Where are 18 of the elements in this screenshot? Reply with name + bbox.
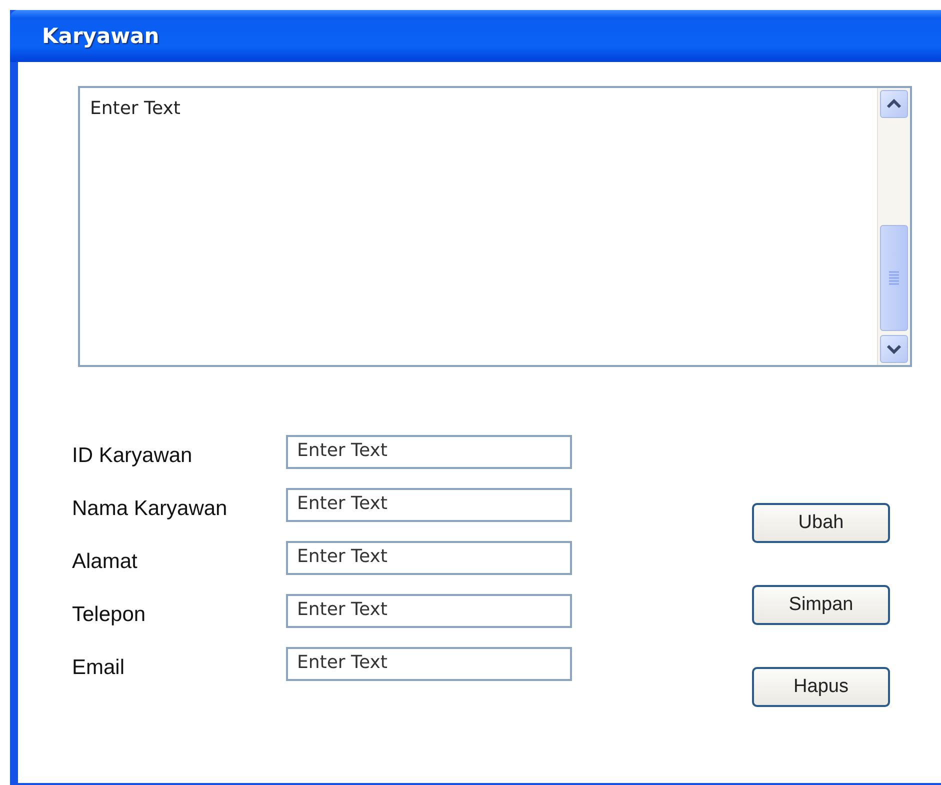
field-label: Alamat xyxy=(71,550,138,574)
action-button[interactable]: Hapus xyxy=(752,667,890,707)
input-field[interactable]: Enter Text xyxy=(286,647,572,681)
scroll-down-icon[interactable] xyxy=(880,335,908,363)
action-button[interactable]: Simpan xyxy=(752,585,890,625)
input-field[interactable]: Enter Text xyxy=(286,488,572,522)
scroll-thumb[interactable] xyxy=(880,225,908,331)
input-field[interactable]: Enter Text xyxy=(286,435,572,469)
window-title: Karyawan xyxy=(42,24,160,48)
action-button[interactable]: Ubah xyxy=(752,503,890,543)
input-field[interactable]: Enter Text xyxy=(286,541,572,575)
field-label: Email xyxy=(71,656,126,680)
field-label: Telepon xyxy=(71,603,147,627)
scroll-up-icon[interactable] xyxy=(880,90,908,118)
input-field[interactable]: Enter Text xyxy=(286,594,572,628)
field-label: Nama Karyawan xyxy=(71,497,228,521)
field-label: ID Karyawan xyxy=(71,444,194,468)
scrollbar[interactable] xyxy=(877,88,910,365)
